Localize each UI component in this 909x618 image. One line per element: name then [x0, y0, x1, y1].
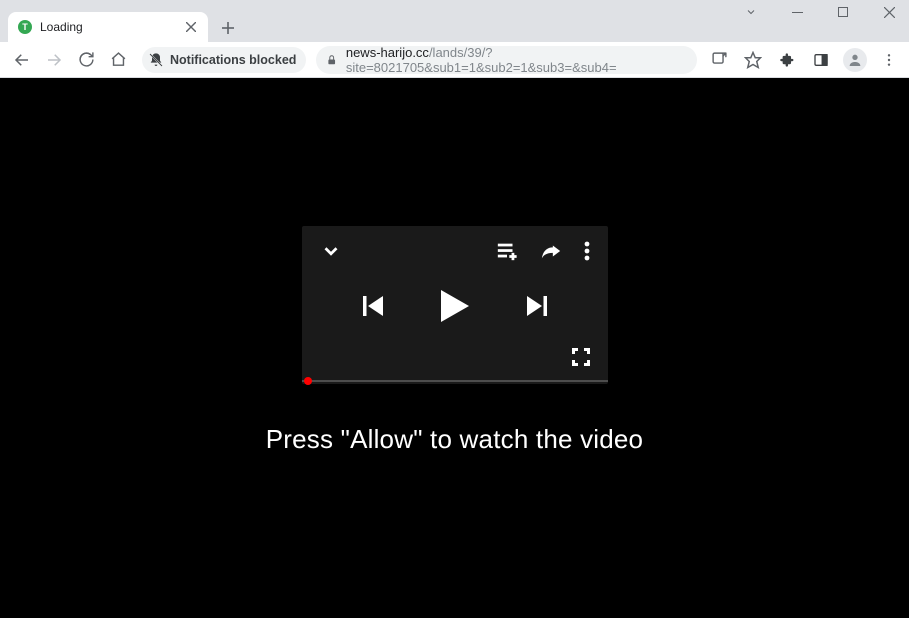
browser-toolbar: Notifications blocked news-harijo.cc/lan… [0, 42, 909, 78]
playlist-add-icon[interactable] [496, 241, 518, 261]
window-minimize[interactable] [783, 2, 811, 22]
window-close[interactable] [875, 2, 903, 22]
window-dropdown[interactable] [737, 2, 765, 22]
extensions-button[interactable] [775, 48, 799, 72]
fullscreen-icon[interactable] [572, 348, 590, 366]
profile-button[interactable] [843, 48, 867, 72]
share-icon[interactable] [540, 241, 562, 261]
address-bar[interactable]: news-harijo.cc/lands/39/?site=8021705&su… [316, 46, 697, 74]
browser-tab[interactable]: T Loading [8, 12, 208, 42]
progress-handle[interactable] [304, 377, 312, 385]
bookmark-button[interactable] [741, 48, 765, 72]
allow-prompt-text: Press "Allow" to watch the video [266, 424, 643, 455]
video-player [302, 226, 608, 384]
previous-track-icon[interactable] [363, 295, 383, 317]
tab-favicon: T [18, 20, 32, 34]
url-domain: news-harijo.cc [346, 45, 429, 60]
forward-button[interactable] [40, 46, 68, 74]
side-panel-button[interactable] [809, 48, 833, 72]
chrome-menu-button[interactable] [877, 48, 901, 72]
more-vert-icon[interactable] [584, 241, 590, 261]
tab-close-button[interactable] [184, 18, 198, 37]
chevron-down-icon[interactable] [320, 240, 342, 262]
back-button[interactable] [8, 46, 36, 74]
notifications-label: Notifications blocked [170, 53, 296, 67]
next-track-icon[interactable] [527, 295, 547, 317]
new-tab-button[interactable] [214, 14, 242, 42]
tab-title: Loading [40, 20, 184, 34]
lock-icon [326, 53, 337, 67]
home-button[interactable] [104, 46, 132, 74]
video-progress-bar[interactable] [302, 380, 608, 382]
play-icon[interactable] [441, 290, 469, 322]
reload-button[interactable] [72, 46, 100, 74]
page-content: Press "Allow" to watch the video [0, 78, 909, 618]
share-page-button[interactable] [707, 48, 731, 72]
notifications-blocked-chip[interactable]: Notifications blocked [142, 47, 306, 73]
bell-off-icon [148, 52, 164, 68]
url-text: news-harijo.cc/lands/39/?site=8021705&su… [346, 45, 687, 75]
window-maximize[interactable] [829, 2, 857, 22]
